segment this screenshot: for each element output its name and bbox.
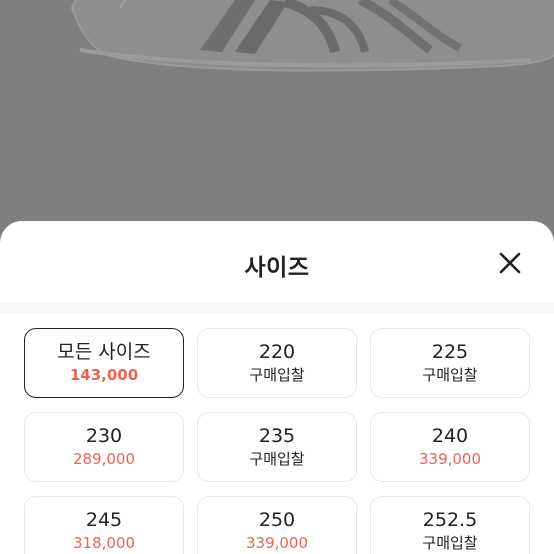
size-option-245[interactable]: 245 318,000	[24, 496, 184, 554]
close-icon	[499, 252, 521, 274]
size-grid: 모든 사이즈 143,000 220 구매입찰 225 구매입찰 230 289…	[24, 328, 530, 554]
size-option-240[interactable]: 240 339,000	[370, 412, 530, 482]
size-price: 339,000	[418, 450, 482, 468]
sheet-header: 사이즈	[0, 221, 554, 305]
screen: 사이즈 모든 사이즈 143,000 220 구매입찰 225 구매입찰 230…	[0, 0, 554, 554]
size-bid-label: 구매입찰	[422, 366, 478, 384]
header-divider	[0, 303, 554, 313]
size-option-235[interactable]: 235 구매입찰	[197, 412, 357, 482]
size-label: 245	[85, 509, 123, 531]
size-price: 143,000	[69, 366, 139, 384]
size-label: 220	[258, 341, 296, 363]
size-bid-label: 구매입찰	[249, 366, 305, 384]
close-button[interactable]	[496, 249, 524, 277]
size-option-225[interactable]: 225 구매입찰	[370, 328, 530, 398]
size-label: 225	[431, 341, 469, 363]
size-option-230[interactable]: 230 289,000	[24, 412, 184, 482]
size-label: 230	[85, 425, 123, 447]
size-option-252-5[interactable]: 252.5 구매입찰	[370, 496, 530, 554]
size-label: 250	[258, 509, 296, 531]
size-bid-label: 구매입찰	[249, 450, 305, 468]
size-price: 339,000	[245, 534, 309, 552]
size-label: 235	[258, 425, 296, 447]
size-bid-label: 구매입찰	[422, 534, 478, 552]
size-label: 240	[431, 425, 469, 447]
size-label: 252.5	[422, 509, 478, 531]
size-option-all[interactable]: 모든 사이즈 143,000	[24, 328, 184, 398]
size-price: 318,000	[72, 534, 136, 552]
product-image-dimmed[interactable]	[0, 0, 554, 240]
size-option-250[interactable]: 250 339,000	[197, 496, 357, 554]
size-price: 289,000	[72, 450, 136, 468]
size-option-220[interactable]: 220 구매입찰	[197, 328, 357, 398]
sheet-title: 사이즈	[244, 255, 310, 281]
size-label: 모든 사이즈	[57, 341, 151, 363]
size-bottom-sheet: 사이즈 모든 사이즈 143,000 220 구매입찰 225 구매입찰 230…	[0, 221, 554, 554]
shoe-image	[70, 0, 554, 72]
